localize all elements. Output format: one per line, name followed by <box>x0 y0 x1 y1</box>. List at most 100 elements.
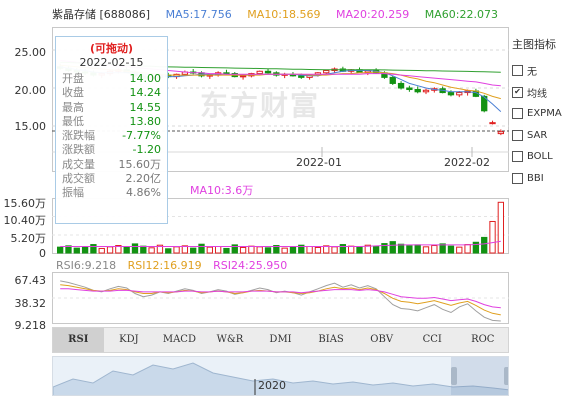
checkbox-icon[interactable] <box>512 108 523 120</box>
volume-bar[interactable] <box>148 247 155 254</box>
volume-bar[interactable] <box>281 247 288 254</box>
tab-wr[interactable]: W&R <box>205 328 256 352</box>
volume-bar[interactable] <box>397 243 405 254</box>
tooltip-value: 13.80 <box>129 114 162 128</box>
tooltip-row: 成交量 15.60万 <box>56 158 167 172</box>
volume-bar[interactable] <box>106 246 114 254</box>
volume-axis-label: 0 <box>39 247 46 260</box>
volume-bar[interactable] <box>447 245 455 254</box>
tab-dmi[interactable]: DMI <box>255 328 306 352</box>
candle-body[interactable] <box>489 122 496 125</box>
indicator-option-sar[interactable]: SAR <box>512 125 569 147</box>
candle-body[interactable] <box>323 70 330 74</box>
tab-roc[interactable]: ROC <box>458 328 509 352</box>
volume-bar[interactable] <box>239 246 247 254</box>
tab-cci[interactable]: CCI <box>407 328 458 352</box>
volume-bar[interactable] <box>248 245 255 254</box>
candle-body[interactable] <box>422 89 430 93</box>
volume-bar[interactable] <box>165 248 172 254</box>
volume-bar[interactable] <box>56 246 64 254</box>
volume-bar[interactable] <box>464 244 471 254</box>
ma5-label: MA5:17.756 <box>165 8 232 21</box>
volume-bar[interactable] <box>422 246 430 254</box>
indicator-option-bbi[interactable]: BBI <box>512 168 569 190</box>
indicator-option-ma[interactable]: ✔ 均线 <box>512 82 569 104</box>
volume-bar[interactable] <box>356 246 363 254</box>
tooltip-value: 14.00 <box>129 72 162 85</box>
candle-body[interactable] <box>239 75 247 78</box>
volume-bar[interactable] <box>456 246 463 254</box>
volume-bar[interactable] <box>140 245 147 254</box>
checked-checkbox-icon[interactable]: ✔ <box>512 86 523 98</box>
volume-bar[interactable] <box>481 236 488 254</box>
tab-kdj[interactable]: KDJ <box>104 328 155 352</box>
tab-macd[interactable]: MACD <box>154 328 205 352</box>
volume-bar[interactable] <box>123 246 130 254</box>
navigator-right-handle[interactable] <box>504 367 509 385</box>
volume-bar[interactable] <box>214 246 222 254</box>
volume-bar[interactable] <box>414 244 421 254</box>
quote-tooltip[interactable]: (可拖动) 2022-02-15 开盘 14.00 收盘 14.24 最高 14.55… <box>55 36 168 224</box>
sidebar-title: 主图指标 <box>512 38 556 51</box>
volume-bar[interactable] <box>431 245 438 254</box>
volume-bar[interactable] <box>348 245 355 254</box>
volume-bar[interactable] <box>406 245 413 254</box>
candle-body[interactable] <box>456 92 463 96</box>
time-axis-label: 2022-02 <box>444 156 490 169</box>
volume-bar[interactable] <box>81 246 89 254</box>
volume-bar[interactable] <box>306 246 313 254</box>
candle-body[interactable] <box>397 82 405 89</box>
tab-obv[interactable]: OBV <box>356 328 407 352</box>
checkbox-icon[interactable] <box>512 172 523 184</box>
volume-bar[interactable] <box>372 246 380 254</box>
range-navigator[interactable]: 2020 <box>52 356 509 396</box>
indicator-option-none[interactable]: 无 <box>512 60 569 82</box>
indicator-sidebar: 主图指标 无 ✔ 均线 EXPMA SAR BOLL BBI <box>512 36 569 189</box>
tooltip-label: 涨跌幅 <box>62 129 95 143</box>
tooltip-value: 4.86% <box>126 186 161 200</box>
tab-rsi[interactable]: RSI <box>53 328 104 352</box>
volume-bar[interactable] <box>131 243 139 254</box>
volume-bar[interactable] <box>314 246 322 254</box>
volume-bar[interactable] <box>497 201 505 254</box>
indicator-option-label: SAR <box>527 129 548 141</box>
candle-body[interactable] <box>389 76 396 84</box>
ma20-label: MA20:20.259 <box>336 8 410 21</box>
indicator-option-expma[interactable]: EXPMA <box>512 103 569 125</box>
tab-bias[interactable]: BIAS <box>306 328 357 352</box>
candle-body[interactable] <box>264 70 272 74</box>
checkbox-icon[interactable] <box>512 65 523 77</box>
ma60-label: MA60:22.073 <box>424 8 498 21</box>
volume-bar[interactable] <box>206 246 213 254</box>
rsi-chart[interactable] <box>52 272 509 324</box>
volume-bar[interactable] <box>489 220 496 254</box>
tooltip-row: 收盘 14.24 <box>56 86 167 100</box>
tooltip-value: -7.77% <box>122 129 161 143</box>
volume-bar[interactable] <box>256 246 263 254</box>
checkbox-icon[interactable] <box>512 129 523 141</box>
rsi-axis-label: 67.43 <box>14 274 47 287</box>
volume-bar[interactable] <box>264 247 272 254</box>
candle-body[interactable] <box>256 70 263 75</box>
volume-axis-label: 10.40万 <box>3 214 47 227</box>
volume-bar[interactable] <box>98 247 105 254</box>
indicator-option-boll[interactable]: BOLL <box>512 146 569 168</box>
volume-bar[interactable] <box>223 247 230 254</box>
ma10-label: MA10:18.569 <box>247 8 321 21</box>
volume-bar[interactable] <box>190 247 197 254</box>
volume-bar[interactable] <box>339 244 347 254</box>
navigator-left-handle[interactable] <box>451 367 457 385</box>
volume-bar[interactable] <box>73 247 80 254</box>
checkbox-icon[interactable] <box>512 151 523 163</box>
volume-bar[interactable] <box>331 246 338 254</box>
volume-bar[interactable] <box>173 246 180 254</box>
volume-bar[interactable] <box>90 244 97 254</box>
candle-body[interactable] <box>298 75 305 78</box>
volume-bar[interactable] <box>389 241 396 254</box>
volume-bar[interactable] <box>289 246 297 254</box>
candle-body[interactable] <box>497 131 505 135</box>
volume-bar[interactable] <box>198 243 205 254</box>
candle-body[interactable] <box>414 89 421 93</box>
candle-body[interactable] <box>406 87 413 91</box>
candle-body[interactable] <box>447 92 455 96</box>
